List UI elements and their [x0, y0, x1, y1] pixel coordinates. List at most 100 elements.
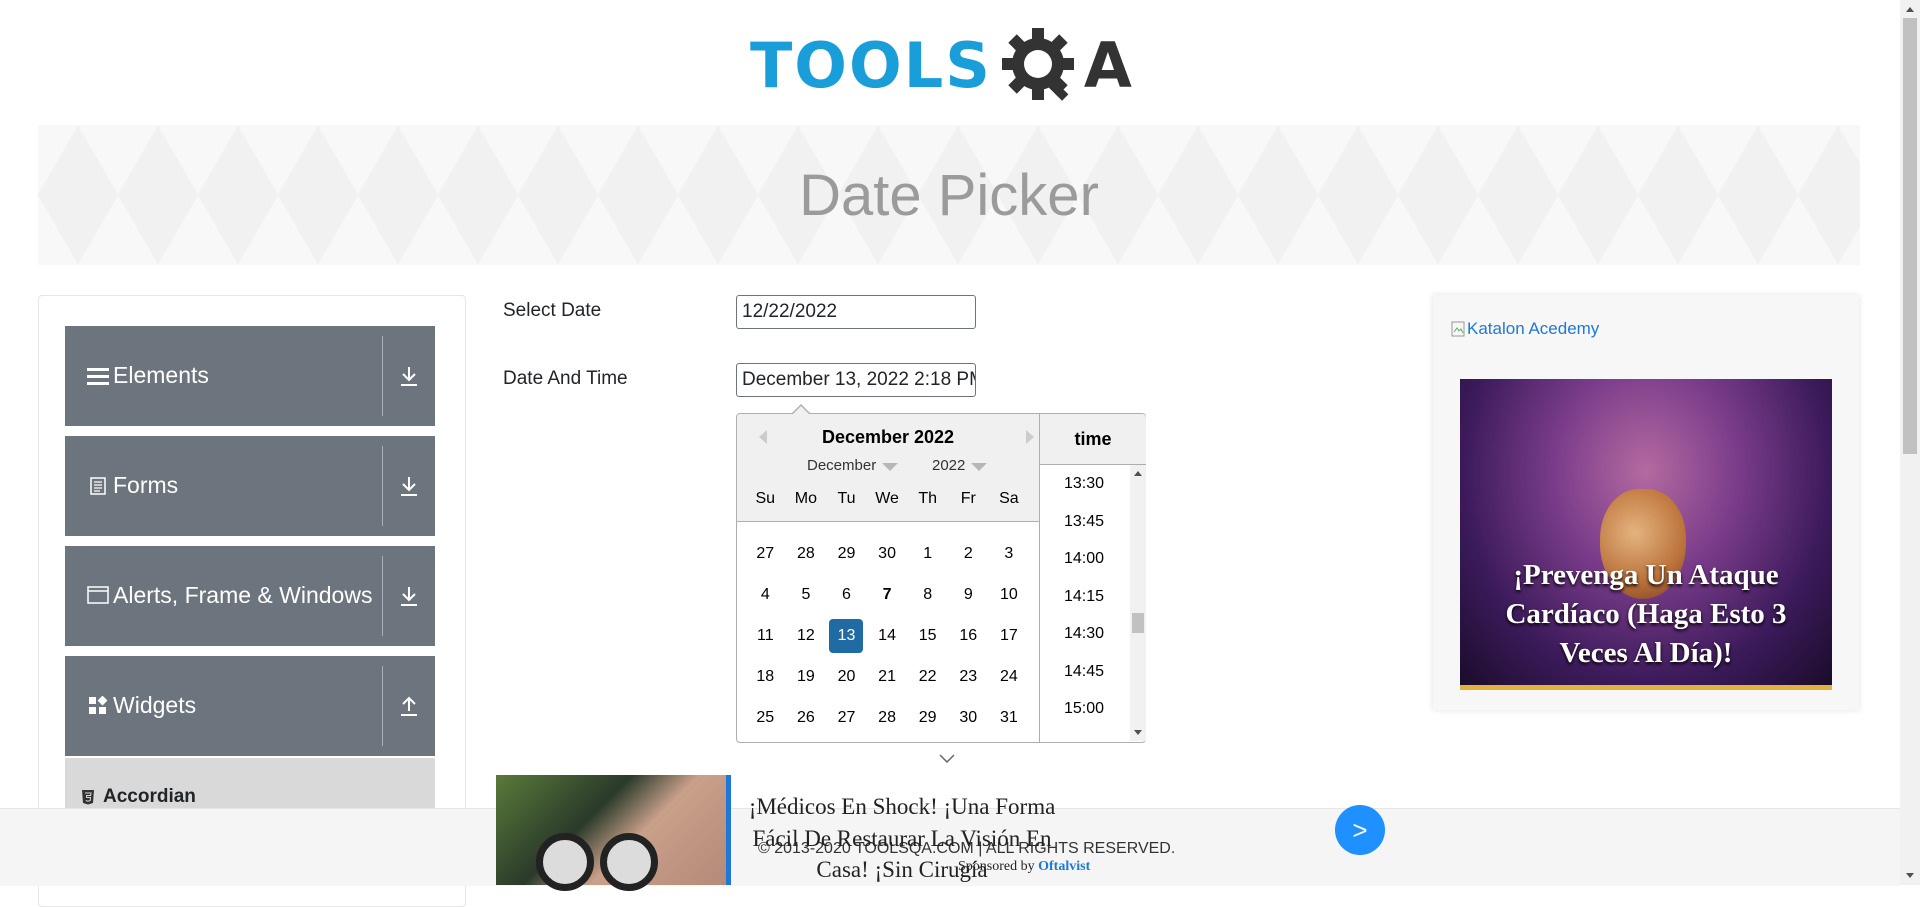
html5-icon — [81, 789, 95, 805]
scroll-down-icon[interactable] — [1134, 730, 1142, 735]
sidebar-group-alerts[interactable]: Alerts, Frame & Windows — [65, 546, 435, 646]
calendar-day[interactable]: 1 — [911, 537, 945, 571]
date-and-time-input[interactable]: December 13, 2022 2:18 PM — [736, 363, 976, 397]
download-icon[interactable] — [383, 326, 435, 426]
time-scrollbar[interactable] — [1130, 465, 1146, 741]
calendar-day[interactable]: 25 — [748, 701, 782, 735]
sidebar-group-label: Forms — [113, 472, 179, 499]
day-name: Sa — [999, 490, 1019, 507]
sidebar-group-label: Alerts, Frame & Windows — [113, 582, 373, 608]
calendar-week: 18 19 20 21 22 23 24 — [745, 656, 1035, 697]
calendar-week: 4 5 6 7 8 9 10 — [745, 574, 1035, 615]
calendar-month: December 2022 December 2022 Su Mo Tu We … — [737, 414, 1039, 742]
calendar-day[interactable]: 2 — [951, 537, 985, 571]
scroll-thumb[interactable] — [1903, 18, 1917, 454]
scroll-down-icon[interactable] — [1906, 873, 1914, 878]
katalon-academy-link[interactable]: Katalon Acedemy — [1451, 319, 1599, 339]
toolsqa-logo[interactable]: TOOLS A — [750, 18, 1132, 113]
chevron-down-icon[interactable] — [937, 752, 957, 770]
calendar-day[interactable]: 9 — [951, 578, 985, 612]
calendar-day[interactable]: 15 — [911, 619, 945, 653]
lens-left — [536, 833, 594, 891]
scroll-up-icon[interactable] — [1134, 471, 1142, 476]
ad-headline: ¡Prevenga Un Ataque Cardíaco (Haga Esto … — [1505, 558, 1787, 669]
calendar-day[interactable]: 23 — [951, 660, 985, 694]
select-date-label: Select Date — [503, 300, 602, 321]
calendar-day[interactable]: 13 — [829, 618, 864, 653]
bottom-ad-banner[interactable]: ¡Médicos En Shock! ¡Una Forma Fácil De R… — [496, 775, 1436, 891]
day-names-row: Su Mo Tu We Th Fr Sa — [745, 490, 1029, 508]
page-scrollbar[interactable] — [1900, 0, 1920, 885]
sidebar-group-elements[interactable]: Elements — [65, 326, 435, 426]
scroll-thumb[interactable] — [1132, 613, 1144, 633]
calendar-day[interactable]: 27 — [829, 701, 863, 735]
day-name: Tu — [837, 490, 856, 507]
calendar-week: 27 28 29 30 1 2 3 — [745, 533, 1035, 574]
page-title: Date Picker — [799, 162, 1099, 228]
calendar-day[interactable]: 28 — [870, 701, 904, 735]
calendar-day[interactable]: 24 — [992, 660, 1026, 694]
calendar-days: 27 28 29 30 1 2 3 4 5 6 7 8 9 10 11 12 13 14 15 16 17 18 19 20 2… — [745, 533, 1035, 738]
time-option[interactable]: 13:30 — [1040, 465, 1128, 503]
calendar-day[interactable]: 22 — [911, 660, 945, 694]
day-name: Su — [755, 490, 776, 507]
scroll-up-icon[interactable] — [1906, 7, 1914, 12]
calendar-day[interactable]: 27 — [748, 537, 782, 571]
select-date-input[interactable]: 12/22/2022 — [736, 295, 976, 329]
calendar-day[interactable]: 7 — [870, 578, 904, 612]
year-select[interactable]: 2022 — [932, 457, 988, 474]
upload-icon[interactable] — [383, 656, 435, 756]
sidebar-group-widgets[interactable]: Widgets — [65, 656, 435, 756]
calendar-day[interactable]: 16 — [951, 619, 985, 653]
calendar-day[interactable]: 12 — [789, 619, 823, 653]
next-month-icon[interactable] — [1026, 430, 1034, 444]
time-option[interactable]: 14:15 — [1040, 578, 1128, 616]
ad-next-button[interactable]: > — [1335, 805, 1385, 855]
calendar-day[interactable]: 10 — [992, 578, 1026, 612]
calendar-day[interactable]: 14 — [870, 619, 904, 653]
calendar-week: 11 12 13 14 15 16 17 — [745, 615, 1035, 656]
hamburger-icon — [85, 363, 111, 389]
time-option[interactable]: 14:30 — [1040, 615, 1128, 653]
datepicker-popup: December 2022 December 2022 Su Mo Tu We … — [736, 413, 1146, 743]
time-option[interactable]: 14:45 — [1040, 653, 1128, 691]
calendar-day[interactable]: 5 — [789, 578, 823, 612]
calendar-header: December 2022 December 2022 Su Mo Tu We … — [737, 414, 1039, 522]
ad-image[interactable]: ¡Prevenga Un Ataque Cardíaco (Haga Esto … — [1460, 379, 1832, 690]
time-option[interactable]: 14:00 — [1040, 540, 1128, 578]
calendar-day[interactable]: 26 — [789, 701, 823, 735]
time-option[interactable]: 13:45 — [1040, 503, 1128, 541]
document-icon — [85, 473, 111, 499]
calendar-day[interactable]: 18 — [748, 660, 782, 694]
download-icon[interactable] — [383, 436, 435, 536]
calendar-day[interactable]: 30 — [951, 701, 985, 735]
time-option[interactable]: 15:00 — [1040, 690, 1128, 728]
calendar-day[interactable]: 8 — [911, 578, 945, 612]
download-icon[interactable] — [383, 546, 435, 646]
calendar-title: December 2022 — [821, 427, 955, 447]
gear-icon — [998, 24, 1082, 108]
calendar-day[interactable]: 11 — [748, 619, 782, 653]
calendar-day[interactable]: 20 — [829, 660, 863, 694]
calendar-day[interactable]: 21 — [870, 660, 904, 694]
sponsor-name[interactable]: Oftalvist — [1038, 859, 1090, 874]
calendar-day[interactable]: 4 — [748, 578, 782, 612]
calendar-day[interactable]: 29 — [829, 537, 863, 571]
sidebar-group-forms[interactable]: Forms — [65, 436, 435, 536]
ad-link-text: Katalon Acedemy — [1467, 319, 1600, 338]
logo-tools-text: TOOLS — [750, 28, 992, 102]
calendar-day[interactable]: 17 — [992, 619, 1026, 653]
sidebar-group-label: Elements — [113, 362, 209, 389]
calendar-day[interactable]: 6 — [829, 578, 863, 612]
time-column: time 13:30 13:45 14:00 14:15 14:30 14:45 15:00 — [1039, 414, 1146, 742]
date-and-time-label: Date And Time — [503, 368, 628, 389]
calendar-day[interactable]: 31 — [992, 701, 1026, 735]
calendar-day[interactable]: 29 — [911, 701, 945, 735]
chevron-down-icon — [971, 463, 988, 471]
calendar-day[interactable]: 28 — [789, 537, 823, 571]
month-select[interactable]: December — [807, 457, 899, 474]
calendar-day[interactable]: 3 — [992, 537, 1026, 571]
calendar-day[interactable]: 19 — [789, 660, 823, 694]
calendar-day[interactable]: 30 — [870, 537, 904, 571]
logo-a-text: A — [1083, 28, 1132, 102]
